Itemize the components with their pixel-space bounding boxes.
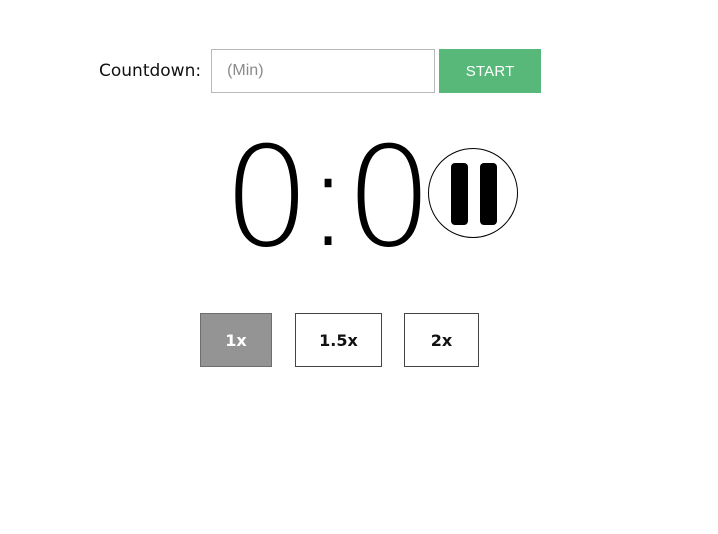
- minutes-input[interactable]: [211, 49, 436, 93]
- timer-display: 0:0: [223, 117, 433, 278]
- pause-bar-left: [451, 163, 468, 225]
- countdown-label: Countdown:: [99, 61, 202, 81]
- speed-button-2x[interactable]: 2x: [404, 313, 479, 367]
- speed-selector: 1x 1.5x 2x: [0, 313, 718, 367]
- pause-bar-right: [480, 163, 497, 225]
- pause-icon: [451, 163, 497, 225]
- pause-button[interactable]: [428, 148, 518, 238]
- countdown-row: Countdown: START: [99, 49, 542, 93]
- speed-button-1-5x[interactable]: 1.5x: [295, 313, 382, 367]
- start-button[interactable]: START: [439, 49, 542, 93]
- countdown-timer-page: Countdown: START 0:0 1x 1.5x 2x: [0, 0, 718, 534]
- speed-button-1x[interactable]: 1x: [200, 313, 272, 367]
